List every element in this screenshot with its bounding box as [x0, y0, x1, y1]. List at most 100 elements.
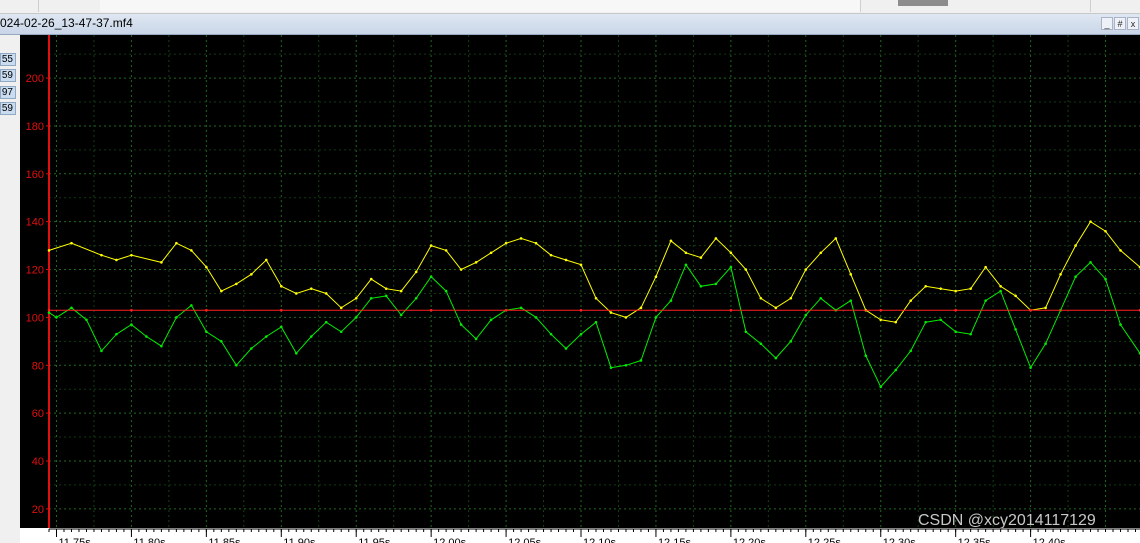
series-point-1 [130, 253, 133, 257]
y-tick-label: 80 [32, 360, 44, 372]
series-point-2 [609, 366, 613, 369]
y-tick-label: 180 [26, 121, 44, 133]
series-point-1 [999, 284, 1002, 288]
y-tick-label: 100 [26, 312, 44, 324]
series-point-2 [564, 347, 568, 350]
series-point-2 [879, 385, 883, 389]
series-point-2 [489, 318, 493, 322]
window-titlebar[interactable]: 024-02-26_13-47-37.mf4 _ # x [0, 14, 1140, 35]
series-point-2 [324, 320, 328, 324]
series-point-2 [1014, 328, 1017, 331]
series-point-1 [519, 237, 523, 240]
series-point-1 [669, 239, 673, 243]
y-tick-label: 120 [26, 265, 44, 277]
restore-button[interactable]: # [1114, 17, 1126, 30]
series-point-2 [294, 351, 298, 355]
series-point-1 [1014, 294, 1017, 298]
series-point-3 [279, 308, 283, 312]
x-tick-label: 11.95s [358, 537, 391, 543]
series-point-1 [954, 289, 957, 293]
series-point-2 [235, 363, 238, 367]
series-point-2 [160, 344, 163, 348]
series-point-2 [250, 347, 253, 350]
series-point-1 [339, 306, 343, 310]
series-point-2 [1104, 277, 1107, 281]
series-point-2 [265, 335, 268, 338]
series-point-1 [504, 241, 508, 245]
series-point-2 [190, 304, 193, 307]
x-tick-label: 11.85s [208, 537, 241, 543]
series-point-2 [115, 332, 118, 336]
x-tick-label: 11.90s [283, 537, 316, 543]
series-point-1 [459, 268, 463, 271]
x-tick-label: 11.80s [133, 537, 166, 543]
signal-plot[interactable]: 20406080100120140160180200 11.75s 11.80s 1… [20, 35, 1140, 543]
channel-value[interactable]: 59 [0, 69, 16, 82]
toolbar-segment [1010, 0, 1091, 12]
series-point-1 [759, 296, 763, 300]
series-point-1 [594, 296, 598, 300]
series-point-1 [699, 256, 703, 259]
series-point-3 [504, 308, 508, 312]
series-point-3 [879, 308, 883, 312]
series-point-2 [429, 275, 433, 279]
series-point-1 [984, 265, 987, 269]
series-point-2 [684, 263, 688, 267]
series-point-3 [354, 308, 358, 312]
series-point-2 [70, 306, 73, 310]
series-point-2 [954, 330, 957, 334]
x-tick-label: 11.75s [58, 537, 91, 543]
x-tick-label: 12.00s [433, 537, 467, 543]
close-button[interactable]: x [1127, 17, 1139, 30]
series-point-1 [70, 241, 73, 245]
y-tick-label: 40 [32, 456, 44, 468]
series-point-2 [864, 354, 868, 357]
x-tick-label: 12.20s [733, 537, 767, 543]
channel-value[interactable]: 97 [0, 86, 16, 99]
series-point-2 [444, 289, 448, 293]
series-point-1 [564, 258, 568, 262]
series-point-1 [909, 299, 913, 302]
series-point-2 [744, 330, 748, 334]
series-point-2 [309, 335, 313, 338]
series-point-3 [1029, 308, 1032, 312]
series-point-2 [549, 332, 553, 336]
scroll-thumb[interactable] [898, 0, 948, 6]
series-point-1 [819, 251, 823, 255]
series-point-2 [414, 296, 418, 300]
series-point-1 [714, 237, 718, 240]
series-point-1 [1104, 229, 1107, 233]
series-point-1 [414, 270, 418, 274]
series-point-2 [1029, 366, 1032, 369]
minimize-button[interactable]: _ [1101, 17, 1113, 30]
series-point-1 [1089, 220, 1092, 223]
series-point-1 [804, 268, 808, 271]
series-point-1 [879, 318, 883, 322]
channel-values-panel: 55 59 97 59 [0, 35, 21, 543]
series-point-2 [639, 359, 643, 362]
series-point-2 [894, 368, 898, 372]
series-point-1 [474, 261, 478, 264]
series-point-2 [459, 323, 463, 326]
series-point-2 [145, 335, 148, 338]
series-point-1 [789, 296, 793, 300]
series-point-1 [47, 249, 51, 252]
series-point-1 [924, 284, 927, 288]
channel-value[interactable]: 55 [0, 53, 16, 66]
series-point-2 [969, 332, 972, 336]
series-point-1 [549, 253, 553, 257]
series-point-1 [939, 287, 942, 290]
series-point-1 [279, 284, 283, 288]
channel-value[interactable]: 59 [0, 102, 16, 115]
series-point-2 [789, 340, 793, 343]
series-point-1 [894, 320, 898, 324]
series-point-3 [654, 308, 658, 312]
series-point-2 [849, 299, 853, 302]
series-point-2 [339, 330, 343, 334]
series-point-2 [909, 349, 913, 353]
y-tick-label: 200 [26, 73, 44, 85]
series-point-1 [160, 261, 163, 264]
series-point-2 [384, 294, 388, 298]
x-tick-label: 12.40s [1033, 537, 1067, 543]
series-point-1 [684, 251, 688, 255]
